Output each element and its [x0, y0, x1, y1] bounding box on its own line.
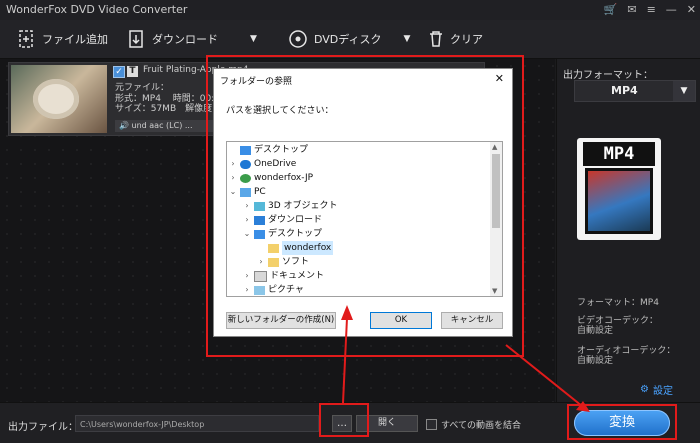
open-folder-button[interactable]: 開く: [356, 415, 418, 432]
folder-icon: [268, 243, 279, 253]
clear-button[interactable]: クリア: [428, 20, 483, 58]
file-info: 元ファイル： 形式：MP4 時間：00: サイズ：57MB 解像度：: [115, 83, 221, 115]
chevron-down-icon[interactable]: ▼: [250, 34, 257, 44]
gear-icon: ⚙: [640, 384, 649, 395]
download-icon: [129, 30, 143, 48]
picture-icon: [254, 285, 265, 295]
disc-icon: [289, 30, 307, 48]
new-folder-button[interactable]: 新しいフォルダーの作成(N): [226, 312, 336, 329]
tree-item-pc[interactable]: ⌄ PC: [229, 185, 266, 199]
scroll-down-icon[interactable]: ▼: [492, 287, 497, 295]
tree-scrollbar[interactable]: ▲ ▼: [490, 142, 502, 296]
format-icon-label: MP4: [583, 142, 655, 166]
scroll-thumb[interactable]: [492, 154, 500, 228]
download-icon: [254, 215, 265, 225]
tree-item-desktop[interactable]: ⌄ デスクトップ: [243, 227, 322, 241]
convert-button[interactable]: 変換: [574, 410, 670, 436]
chevron-down-icon[interactable]: ▼: [673, 81, 695, 101]
folder-browse-dialog: フォルダーの参照 ✕ パスを選択してください： デスクトップ › OneDriv…: [213, 68, 513, 337]
output-path-field[interactable]: C:\Users\wonderfox-JP\Desktop: [75, 415, 319, 432]
format-info: フォーマット：MP4: [577, 298, 659, 308]
ok-button[interactable]: OK: [370, 312, 432, 329]
dvd-disc-label: DVDディスク: [314, 33, 382, 46]
cloud-icon: [240, 159, 251, 169]
window-title: WonderFox DVD Video Converter: [6, 3, 188, 16]
format-preview-icon[interactable]: MP4: [577, 138, 661, 240]
tree-item-user[interactable]: › wonderfox-JP: [229, 171, 313, 185]
dialog-title: フォルダーの参照: [220, 77, 293, 87]
download-label: ダウンロード: [152, 33, 218, 46]
source-label: 元ファイル：: [115, 83, 170, 93]
speaker-icon: 🔊: [119, 121, 129, 130]
tree-item-soft[interactable]: › ソフト: [257, 255, 309, 269]
audio-track-select[interactable]: 🔊 und aac (LC) ...: [115, 120, 219, 132]
cancel-button[interactable]: キャンセル: [441, 312, 503, 329]
settings-label: 設定: [652, 386, 673, 397]
video-codec-label: ビデオコーデック：: [577, 316, 659, 326]
subtitle-icon[interactable]: T: [127, 66, 138, 77]
audio-codec-value: 自動設定: [577, 356, 614, 366]
desktop-icon: [254, 229, 265, 239]
merge-label: すべての動画を結合: [441, 421, 522, 431]
add-file-button[interactable]: ファイル追加: [18, 20, 108, 58]
audio-codec-label: オーディオコーデック：: [577, 346, 676, 356]
add-file-label: ファイル追加: [42, 33, 108, 46]
size-line: サイズ：57MB 解像度：: [115, 104, 222, 114]
file-checkbox[interactable]: ✓: [113, 66, 125, 78]
tree-item-downloads[interactable]: › ダウンロード: [243, 213, 322, 227]
close-icon[interactable]: ✕: [495, 72, 504, 85]
tree-item-3d-objects[interactable]: › 3D オブジェクト: [243, 199, 337, 213]
trash-icon: [430, 31, 442, 47]
message-icon[interactable]: ✉: [627, 0, 636, 20]
merge-checkbox[interactable]: [426, 419, 437, 430]
close-icon[interactable]: ✕: [687, 0, 696, 20]
output-format-label: 出力フォーマット：: [563, 70, 653, 81]
cart-icon[interactable]: 🛒: [604, 0, 618, 20]
dvd-disc-button[interactable]: DVDディスク ▼: [288, 20, 410, 58]
tree-item-onedrive[interactable]: › OneDrive: [229, 157, 296, 171]
minimize-icon[interactable]: —: [666, 0, 677, 20]
video-codec-value: 自動設定: [577, 326, 614, 336]
tree-item-desktop-root[interactable]: デスクトップ: [229, 143, 308, 157]
folder-tree[interactable]: デスクトップ › OneDrive › wonderfox-JP ⌄ PC › …: [226, 141, 503, 297]
add-file-icon: [19, 30, 33, 48]
merge-all-option[interactable]: すべての動画を結合: [426, 418, 521, 431]
folder-icon: [268, 257, 279, 267]
browse-button[interactable]: …: [332, 415, 352, 432]
clear-label: クリア: [450, 33, 483, 46]
desktop-icon: [240, 145, 251, 155]
chevron-down-icon[interactable]: ▼: [404, 34, 411, 44]
scroll-up-icon[interactable]: ▲: [492, 143, 497, 151]
tree-item-pictures[interactable]: › ピクチャ: [243, 283, 304, 296]
cube-icon: [254, 201, 265, 211]
pc-icon: [240, 187, 251, 197]
format-line: 形式：MP4 時間：00:: [115, 93, 215, 104]
tree-item-wonderfox[interactable]: wonderfox: [257, 241, 334, 255]
tree-item-documents[interactable]: › ドキュメント: [243, 269, 324, 283]
title-bar: WonderFox DVD Video Converter 🛒 ✉ ≡ — ✕: [0, 0, 700, 20]
output-format-value: MP4: [611, 84, 638, 97]
output-format-select[interactable]: MP4 ▼: [574, 80, 696, 102]
output-file-label: 出力ファイル：: [8, 422, 78, 433]
document-icon: [254, 270, 267, 282]
video-thumbnail[interactable]: [11, 65, 107, 133]
audio-track-value: und aac (LC) ...: [131, 121, 193, 130]
settings-button[interactable]: ⚙ 設定: [640, 382, 673, 397]
download-button[interactable]: ダウンロード ▼: [128, 20, 257, 58]
menu-icon[interactable]: ≡: [647, 0, 656, 20]
dialog-prompt: パスを選択してください：: [226, 106, 334, 116]
user-icon: [240, 173, 251, 183]
